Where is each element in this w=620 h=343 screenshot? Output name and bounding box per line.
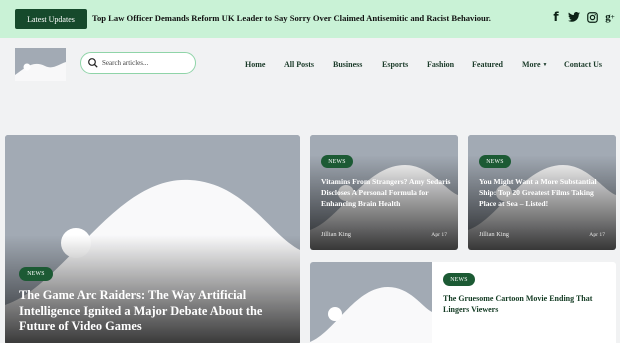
article-date: Apr 17 bbox=[589, 232, 605, 238]
nav-featured[interactable]: Featured bbox=[472, 60, 503, 69]
social-links: f g + bbox=[550, 10, 616, 24]
nav-home[interactable]: Home bbox=[245, 60, 265, 69]
article-title[interactable]: The Game Arc Raiders: The Way Artificial… bbox=[19, 288, 289, 335]
article-card[interactable]: NEWS Vitamins From Strangers? Amy Sedari… bbox=[310, 135, 458, 250]
article-title[interactable]: The Gruesome Cartoon Movie Ending That L… bbox=[443, 293, 603, 315]
site-logo[interactable] bbox=[15, 48, 66, 81]
chevron-down-icon: ▼ bbox=[542, 63, 548, 68]
article-date: Apr 17 bbox=[431, 232, 447, 238]
top-bar: Latest Updates Top Law Officer Demands R… bbox=[0, 0, 620, 38]
google-plus-icon[interactable]: g + bbox=[604, 10, 616, 24]
search-box[interactable] bbox=[80, 52, 196, 74]
category-badge[interactable]: NEWS bbox=[443, 273, 475, 286]
nav-more-label: More bbox=[522, 60, 541, 69]
article-title[interactable]: You Might Want a More Substantial Ship: … bbox=[479, 176, 611, 209]
facebook-icon[interactable]: f bbox=[550, 10, 562, 24]
instagram-icon[interactable] bbox=[586, 10, 598, 24]
article-list-card[interactable]: NEWS The Gruesome Cartoon Movie Ending T… bbox=[310, 262, 616, 343]
article-author[interactable]: Jillian King bbox=[479, 231, 509, 238]
feature-article-card[interactable]: NEWS The Game Arc Raiders: The Way Artif… bbox=[5, 135, 300, 343]
nav-business[interactable]: Business bbox=[333, 60, 362, 69]
category-badge[interactable]: NEWS bbox=[479, 155, 511, 168]
nav-esports[interactable]: Esports bbox=[382, 60, 408, 69]
category-badge[interactable]: NEWS bbox=[321, 155, 353, 168]
nav-all-posts[interactable]: All Posts bbox=[284, 60, 314, 69]
site-header: Home All Posts Business Esports Fashion … bbox=[0, 38, 620, 98]
article-author[interactable]: Jillian King bbox=[321, 231, 351, 238]
article-title[interactable]: Vitamins From Strangers? Amy Sedaris Dis… bbox=[321, 176, 453, 209]
nav-contact-us[interactable]: Contact Us bbox=[564, 60, 602, 69]
latest-updates-button[interactable]: Latest Updates bbox=[15, 9, 87, 29]
twitter-icon[interactable] bbox=[568, 10, 580, 24]
category-badge[interactable]: NEWS bbox=[19, 267, 53, 281]
ticker-headline[interactable]: Top Law Officer Demands Reform UK Leader… bbox=[92, 13, 491, 23]
search-input[interactable] bbox=[102, 56, 190, 70]
nav-fashion[interactable]: Fashion bbox=[427, 60, 454, 69]
image-placeholder bbox=[310, 262, 432, 343]
search-icon bbox=[88, 58, 98, 68]
nav-more[interactable]: More ▼ bbox=[522, 60, 547, 69]
article-card[interactable]: NEWS You Might Want a More Substantial S… bbox=[468, 135, 616, 250]
